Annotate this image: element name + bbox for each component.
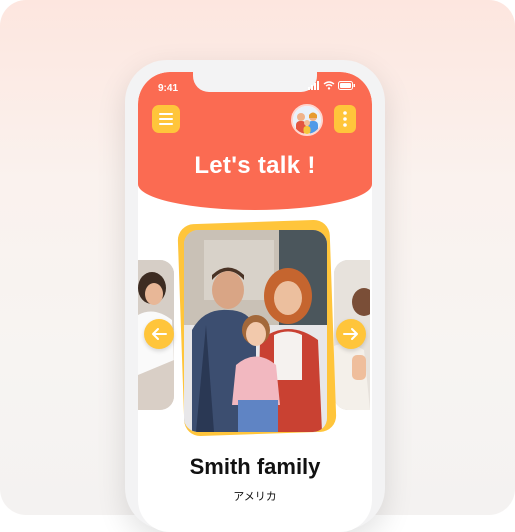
more-options-button[interactable]	[334, 105, 356, 133]
phone-notch	[193, 72, 317, 92]
wifi-icon	[323, 81, 335, 90]
previous-button[interactable]	[144, 319, 174, 349]
page-title: Let's talk !	[194, 152, 316, 179]
app-screen: 9:41 Let's talk ! Smith family アメリカ	[138, 72, 372, 532]
arrow-right-icon	[343, 328, 358, 340]
family-photo[interactable]	[184, 230, 327, 432]
avatar[interactable]	[291, 104, 323, 136]
family-name: Smith family	[189, 454, 321, 479]
menu-button[interactable]	[152, 105, 180, 133]
status-icons	[308, 81, 356, 90]
smith-family-photo	[184, 230, 327, 432]
family-avatar-icon	[293, 106, 321, 134]
signal-icon	[308, 81, 319, 90]
hamburger-menu-icon	[159, 113, 173, 125]
status-time: 9:41	[158, 83, 179, 94]
next-button[interactable]	[336, 319, 366, 349]
battery-icon	[338, 81, 355, 90]
vertical-dots-icon	[343, 111, 347, 127]
arrow-left-icon	[152, 328, 167, 340]
family-country: アメリカ	[233, 490, 277, 503]
